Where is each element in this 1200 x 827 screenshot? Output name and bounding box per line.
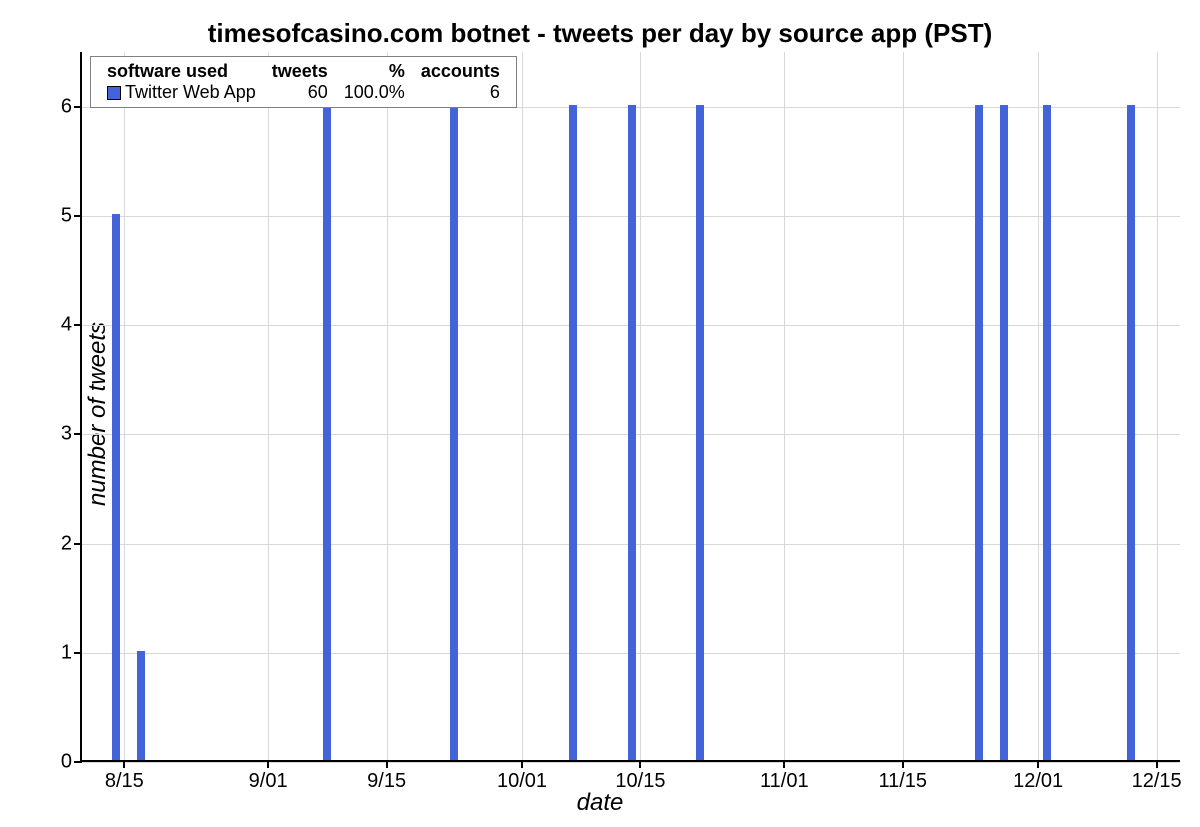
xtick-mark: [1037, 760, 1039, 768]
gridline-v: [387, 52, 388, 760]
ytick-mark: [74, 652, 82, 654]
bar: [628, 105, 636, 760]
bar: [1127, 105, 1135, 760]
gridline-v: [784, 52, 785, 760]
bar: [323, 105, 331, 760]
gridline-v: [268, 52, 269, 760]
ytick-mark: [74, 543, 82, 545]
bar: [569, 105, 577, 760]
x-axis-label: date: [0, 789, 1200, 817]
plot-area: 01234568/159/019/1510/0110/1511/0111/151…: [80, 52, 1180, 762]
chart-title: timesofcasino.com botnet - tweets per da…: [0, 18, 1200, 49]
ytick-mark: [74, 761, 82, 763]
xtick-mark: [386, 760, 388, 768]
xtick-mark: [783, 760, 785, 768]
legend-col-accounts: accounts: [413, 61, 508, 82]
ytick-mark: [74, 106, 82, 108]
gridline-v: [124, 52, 125, 760]
xtick-mark: [267, 760, 269, 768]
legend-col-pct: %: [336, 61, 413, 82]
legend-col-software: software used: [99, 61, 264, 82]
bar: [1043, 105, 1051, 760]
legend-table: software used tweets % accounts Twitter …: [99, 61, 508, 103]
legend-row-accounts: 6: [413, 82, 508, 103]
legend-row-tweets: 60: [264, 82, 336, 103]
xtick-mark: [1156, 760, 1158, 768]
bar: [1000, 105, 1008, 760]
chart-container: timesofcasino.com botnet - tweets per da…: [0, 0, 1200, 827]
legend-row-pct: 100.0%: [336, 82, 413, 103]
bar: [137, 651, 145, 760]
legend: software used tweets % accounts Twitter …: [90, 56, 517, 108]
ytick-mark: [74, 215, 82, 217]
xtick-mark: [639, 760, 641, 768]
gridline-v: [640, 52, 641, 760]
ytick-mark: [74, 324, 82, 326]
xtick-mark: [902, 760, 904, 768]
gridline-v: [522, 52, 523, 760]
legend-swatch-icon: [107, 86, 121, 100]
ytick-mark: [74, 433, 82, 435]
bar: [975, 105, 983, 760]
bar: [696, 105, 704, 760]
legend-row: Twitter Web App 60 100.0% 6: [99, 82, 508, 103]
gridline-v: [903, 52, 904, 760]
xtick-mark: [123, 760, 125, 768]
gridline-v: [1038, 52, 1039, 760]
bar: [112, 214, 120, 760]
legend-row-software: Twitter Web App: [99, 82, 264, 103]
gridline-v: [1157, 52, 1158, 760]
bar: [450, 105, 458, 760]
xtick-mark: [521, 760, 523, 768]
legend-col-tweets: tweets: [264, 61, 336, 82]
